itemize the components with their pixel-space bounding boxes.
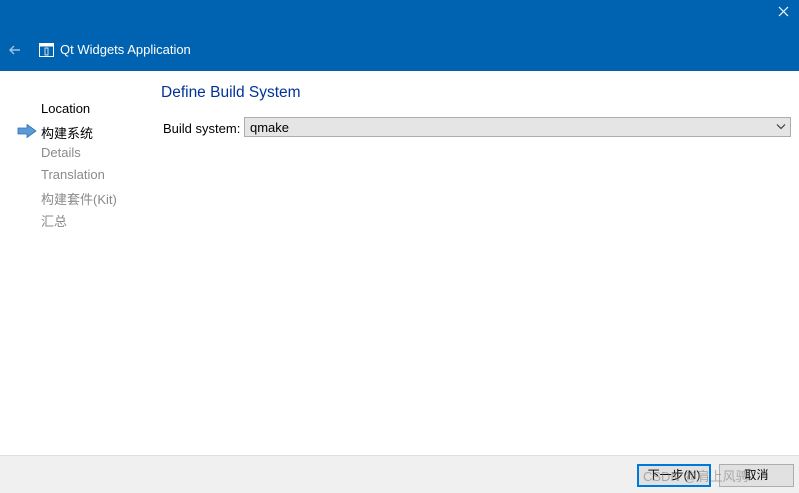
page-title: Define Build System — [161, 84, 301, 101]
back-button[interactable] — [6, 41, 24, 59]
step-translation: Translation — [41, 167, 105, 182]
step-summary: 汇总 — [41, 214, 68, 229]
current-step-arrow-icon — [17, 124, 37, 138]
window-icon — [39, 43, 54, 57]
step-kits: 构建套件(Kit) — [41, 192, 117, 207]
step-location: Location — [41, 101, 91, 116]
close-button[interactable] — [769, 0, 799, 24]
chevron-down-icon — [776, 124, 786, 130]
title-bar: Qt Widgets Application — [0, 0, 799, 71]
step-details: Details — [41, 145, 81, 160]
window-title: Qt Widgets Application — [60, 42, 191, 57]
close-icon — [778, 6, 789, 17]
back-arrow-icon — [9, 45, 20, 55]
build-system-label: Build system: — [163, 121, 241, 136]
cancel-button[interactable]: 取消 — [719, 464, 794, 487]
build-system-value: qmake — [250, 120, 290, 135]
next-button[interactable]: 下一步(N) — [637, 464, 711, 487]
step-build-system: 构建系统 — [41, 126, 94, 141]
build-system-select[interactable]: qmake — [244, 117, 791, 137]
